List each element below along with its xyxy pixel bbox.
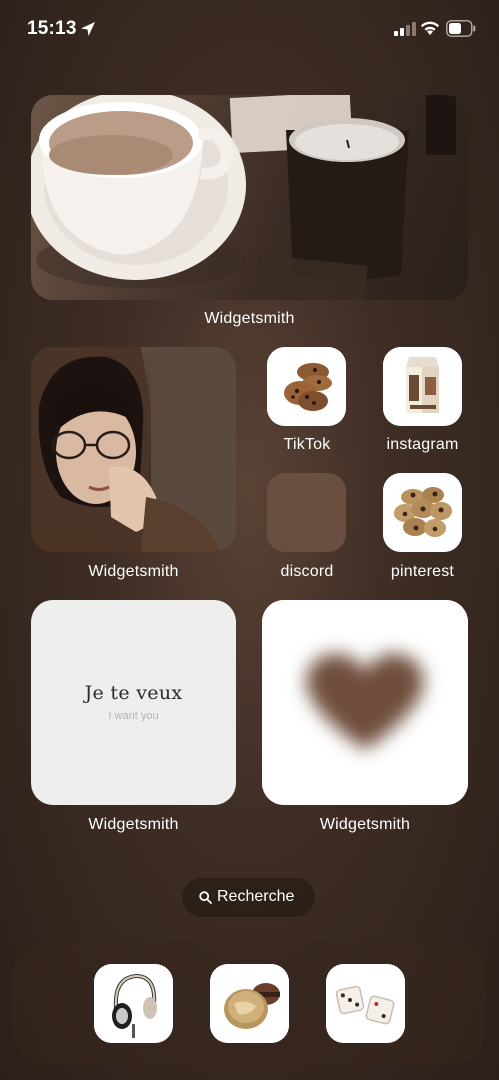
dock-app-dice[interactable] — [326, 964, 405, 1043]
quote-subtitle: I want you — [108, 710, 159, 722]
macarons-icon — [210, 964, 289, 1043]
brown-square-icon — [267, 473, 346, 552]
milk-carton-icon — [383, 347, 462, 426]
cookies-icon — [267, 347, 346, 426]
app-label-tiktok: TikTok — [283, 436, 331, 453]
widget-text-quote[interactable]: Je te veux I want you — [31, 600, 236, 805]
app-label-instagram: instagram — [386, 436, 459, 453]
dock-app-macarons[interactable] — [210, 964, 289, 1043]
app-label-pinterest: pinterest — [390, 563, 455, 580]
status-time: 15:13 — [27, 18, 77, 39]
wifi-icon — [421, 21, 439, 35]
location-arrow-icon — [81, 22, 95, 36]
search-button[interactable]: Recherche — [182, 878, 315, 917]
battery-icon — [446, 20, 476, 37]
widget-portrait-photo[interactable] — [31, 347, 236, 552]
widget-coffee-photo[interactable] — [31, 95, 468, 300]
status-bar: 15:13 — [0, 0, 499, 60]
search-icon — [199, 891, 212, 904]
headphones-icon — [94, 964, 173, 1043]
coffee-candle-photo — [31, 95, 456, 300]
widget-label: Widgetsmith — [88, 563, 179, 580]
widget-label: Widgetsmith — [319, 816, 411, 833]
app-icon-instagram[interactable] — [383, 347, 462, 426]
widget-heart-image[interactable] — [262, 600, 468, 805]
app-label-discord: discord — [280, 563, 334, 580]
dice-icon — [326, 964, 405, 1043]
cellular-signal-icon — [394, 22, 416, 36]
cookie-pile-icon — [383, 473, 462, 552]
widget-label: Widgetsmith — [204, 310, 295, 327]
search-label: Recherche — [217, 888, 295, 905]
app-icon-pinterest[interactable] — [383, 473, 462, 552]
widget-label: Widgetsmith — [88, 816, 179, 833]
app-icon-discord[interactable] — [267, 473, 346, 552]
quote-title: Je te veux — [84, 682, 183, 704]
brown-heart-icon — [262, 600, 468, 805]
dock-app-headphones[interactable] — [94, 964, 173, 1043]
portrait-photo — [31, 347, 236, 552]
app-icon-tiktok[interactable] — [267, 347, 346, 426]
